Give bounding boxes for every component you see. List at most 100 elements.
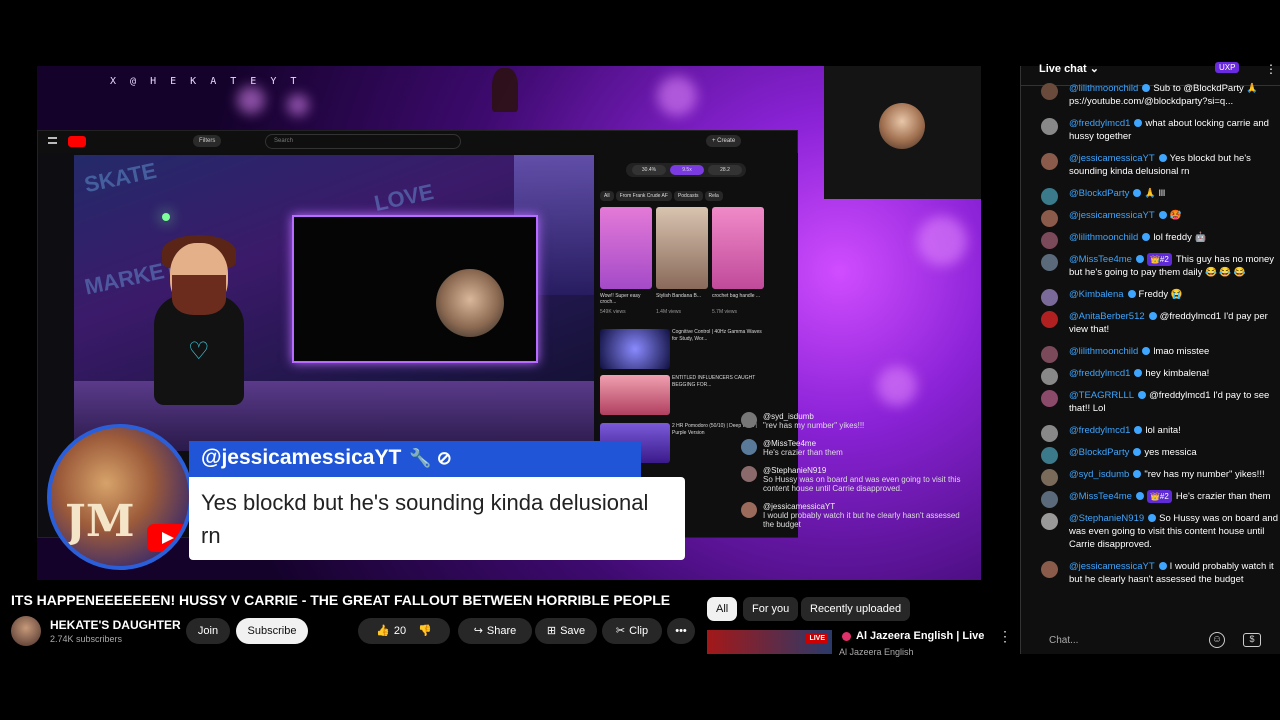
short-thumb: [600, 207, 652, 289]
chat-author[interactable]: @StephanieN919: [1069, 513, 1144, 524]
avatar[interactable]: [1041, 425, 1058, 442]
avatar[interactable]: [1041, 447, 1058, 464]
chat-message[interactable]: @MissTee4me 👑#2 He's crazier than them: [1021, 490, 1280, 508]
chat-message[interactable]: @lilithmoonchild lmao misstee: [1021, 345, 1280, 363]
avatar[interactable]: [1041, 469, 1058, 486]
share-button[interactable]: ↪ Share: [458, 618, 532, 644]
clip-button[interactable]: ✂ Clip: [602, 618, 662, 644]
save-label: Save: [560, 625, 586, 637]
short-views: 5.7M views: [712, 309, 738, 315]
chat-author[interactable]: @TEAGRRLLL: [1069, 390, 1134, 401]
chat-message[interactable]: @lilithmoonchild Sub to @BlockdParty 🙏 ps…: [1021, 82, 1280, 108]
subscriber-count: 2.74K subscribers: [50, 634, 123, 644]
rec-video-thumbnail[interactable]: LIVE: [707, 630, 832, 654]
inner-video-thumb: [600, 375, 670, 415]
youtube-play-icon: [147, 524, 187, 552]
like-dislike-group[interactable]: 👍 20 👎: [358, 618, 450, 644]
rec-video-channel[interactable]: Al Jazeera English: [839, 647, 914, 657]
chat-author[interactable]: @jessicamessicaYT: [1069, 153, 1155, 164]
chat-author[interactable]: @Kimbalena: [1069, 289, 1124, 300]
avatar[interactable]: [1041, 346, 1058, 363]
channel-points-badge[interactable]: UXP: [1215, 62, 1240, 73]
chat-author[interactable]: @freddylmcd1: [1069, 425, 1130, 436]
avatar[interactable]: [1041, 83, 1058, 100]
avatar: [741, 412, 757, 428]
chat-author[interactable]: @syd_isdumb: [1069, 469, 1129, 480]
chat-message[interactable]: @AnitaBerber512 @freddylmcd1 I'd pay per …: [1021, 310, 1280, 336]
chat-message[interactable]: @freddylmcd1 what about locking carrie an…: [1021, 117, 1280, 143]
chat-author[interactable]: @jessicamessicaYT: [1069, 210, 1155, 221]
inner-shorts: [600, 207, 764, 289]
green-lamp: [162, 213, 170, 221]
avatar[interactable]: [1041, 491, 1058, 508]
rec-chip-for-you[interactable]: For you: [743, 597, 799, 621]
graffiti: LOVE: [371, 179, 436, 216]
save-button[interactable]: ⊞ Save: [535, 618, 597, 644]
chat-messages[interactable]: @lilithmoonchild Sub to @BlockdParty 🙏 ps…: [1021, 82, 1280, 630]
avatar[interactable]: [1041, 390, 1058, 407]
character-beard: [172, 275, 226, 315]
avatar[interactable]: [1041, 254, 1058, 271]
super-chat-icon[interactable]: $: [1243, 633, 1261, 647]
rec-chip-recently-uploaded[interactable]: Recently uploaded: [801, 597, 911, 621]
join-button[interactable]: Join: [186, 618, 230, 644]
channel-avatar[interactable]: [11, 616, 41, 646]
avatar[interactable]: [1041, 210, 1058, 227]
chat-author[interactable]: @jessicamessicaYT: [1069, 561, 1155, 572]
chat-message[interactable]: @jessicamessicaYT I would probably watch …: [1021, 560, 1280, 586]
avatar[interactable]: [1041, 368, 1058, 385]
subscribe-button[interactable]: Subscribe: [236, 618, 308, 644]
avatar[interactable]: [1041, 513, 1058, 530]
chat-input[interactable]: Chat...: [1039, 630, 1207, 652]
chat-message[interactable]: @lilithmoonchild lol freddy 🤖: [1021, 231, 1280, 249]
highlighted-comment-text: Yes blockd but he's sounding kinda delus…: [189, 477, 685, 560]
chat-text: lol anita!: [1145, 425, 1181, 436]
rec-video-title[interactable]: Al Jazeera English | Live: [856, 630, 984, 642]
avatar[interactable]: [1041, 118, 1058, 135]
rec-chip-all[interactable]: All: [707, 597, 738, 621]
chat-author[interactable]: @BlockdParty: [1069, 188, 1129, 199]
emoji-icon[interactable]: ☺: [1209, 632, 1225, 648]
avatar[interactable]: [1041, 289, 1058, 306]
chat-author[interactable]: @lilithmoonchild: [1069, 346, 1138, 357]
chat-message[interactable]: @BlockdParty yes messica: [1021, 446, 1280, 464]
like-count: 20: [393, 625, 407, 637]
chat-author[interactable]: @freddylmcd1: [1069, 368, 1130, 379]
chat-message[interactable]: @syd_isdumb "rev has my number" yikes!!!: [1021, 468, 1280, 486]
avatar[interactable]: [1041, 153, 1058, 170]
menu-icon: [48, 137, 57, 144]
overlay-chat-author: @syd_isdumb: [763, 412, 814, 421]
avatar[interactable]: [1041, 561, 1058, 578]
rec-more-icon[interactable]: ⋮: [998, 628, 1012, 645]
chat-author[interactable]: @BlockdParty: [1069, 447, 1129, 458]
chat-author[interactable]: @MissTee4me: [1069, 254, 1132, 265]
thumbs-down-icon[interactable]: 👎: [418, 625, 432, 637]
chat-message[interactable]: @TEAGRRLLL @freddylmcd1 I'd pay to see th…: [1021, 389, 1280, 415]
chat-author[interactable]: @lilithmoonchild: [1069, 83, 1138, 94]
bokeh-light: [877, 366, 917, 406]
chat-message[interactable]: @Kimbalena Freddy 😭: [1021, 288, 1280, 306]
chat-author[interactable]: @lilithmoonchild: [1069, 232, 1138, 243]
chat-message[interactable]: @jessicamessicaYT 🥵: [1021, 209, 1280, 227]
channel-name[interactable]: HEKATE'S DAUGHTER: [50, 618, 181, 632]
inner-search: Search: [265, 134, 461, 149]
avatar[interactable]: [1041, 232, 1058, 249]
chat-message[interactable]: @BlockdParty 🙏 lll: [1021, 187, 1280, 205]
avatar[interactable]: [1041, 311, 1058, 328]
chat-message[interactable]: @StephanieN919 So Hussy was on board and …: [1021, 512, 1280, 551]
chat-author[interactable]: @AnitaBerber512: [1069, 311, 1145, 322]
chat-menu-icon[interactable]: ⋮: [1265, 62, 1277, 76]
avatar[interactable]: [1041, 188, 1058, 205]
chat-message[interactable]: @freddylmcd1 hey kimbalena!: [1021, 367, 1280, 385]
video-player[interactable]: X @ H E K A T E Y T Filters Search + Cre…: [37, 66, 981, 580]
chat-message[interactable]: @MissTee4me 👑#2 This guy has no money but …: [1021, 253, 1280, 279]
chat-message[interactable]: @jessicamessicaYT Yes blockd but he's sou…: [1021, 152, 1280, 178]
chat-message[interactable]: @freddylmcd1 lol anita!: [1021, 424, 1280, 442]
chat-author[interactable]: @freddylmcd1: [1069, 118, 1130, 129]
bookmark-icon: ⊞: [546, 625, 557, 637]
chat-text: lol freddy 🤖: [1153, 232, 1207, 243]
more-actions-button[interactable]: •••: [667, 618, 695, 644]
thumbs-up-icon[interactable]: 👍: [376, 618, 390, 644]
chat-author[interactable]: @MissTee4me: [1069, 491, 1132, 502]
chat-mode-dropdown[interactable]: Live chat ⌄: [1039, 62, 1099, 75]
